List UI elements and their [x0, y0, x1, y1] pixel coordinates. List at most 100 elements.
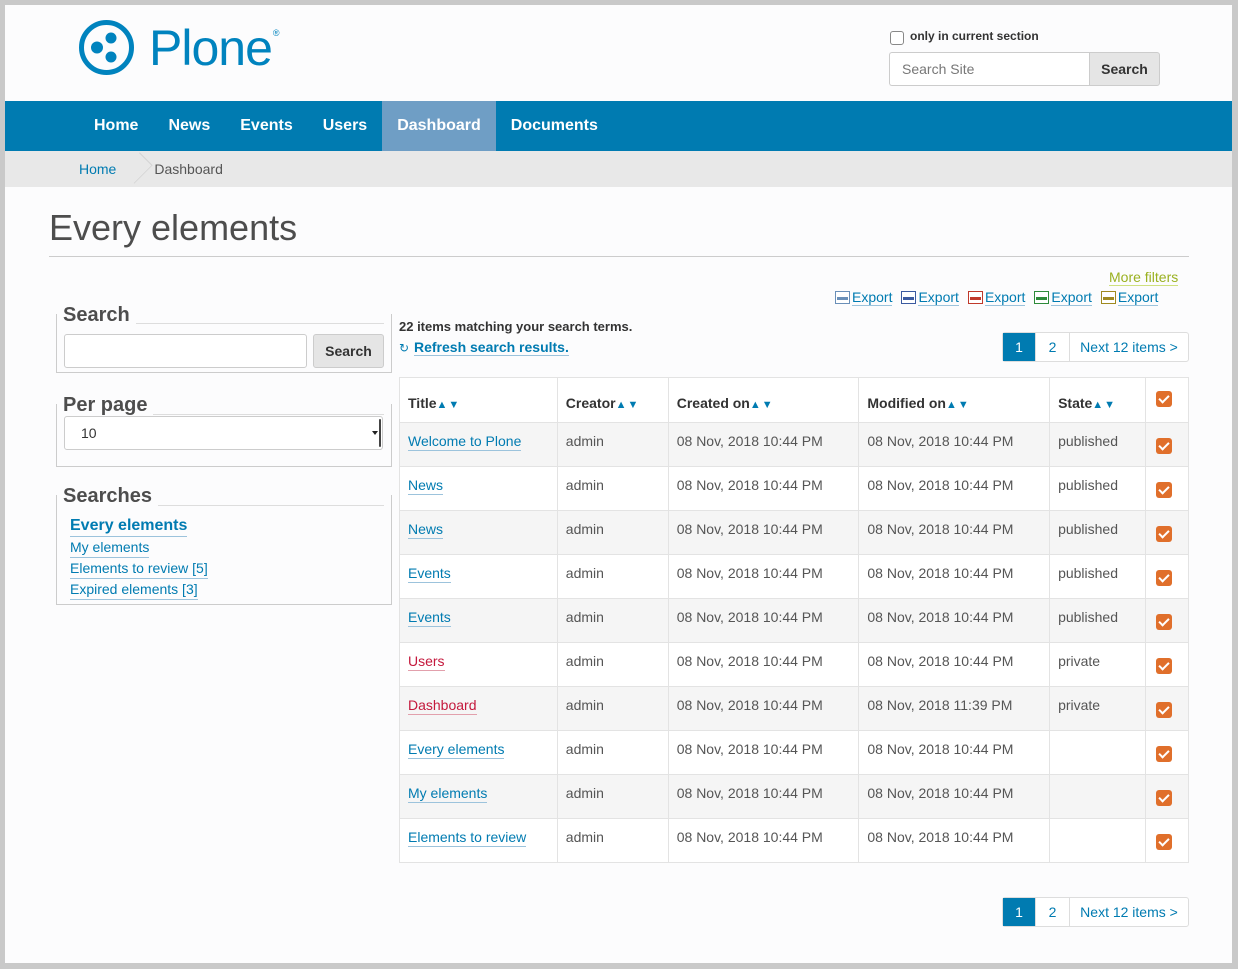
- table-row: News admin 08 Nov, 2018 10:44 PM 08 Nov, 20…: [399, 466, 1189, 511]
- row-select-checkbox[interactable]: [1156, 438, 1172, 454]
- breadcrumb-home[interactable]: Home: [79, 161, 116, 177]
- table-row: Users admin 08 Nov, 2018 10:44 PM 08 Nov, 2…: [399, 642, 1189, 687]
- item-created: 08 Nov, 2018 10:44 PM: [676, 565, 823, 581]
- nav-item-dashboard[interactable]: Dashboard: [382, 101, 496, 151]
- item-created: 08 Nov, 2018 10:44 PM: [676, 785, 823, 801]
- cell-modified: 08 Nov, 2018 10:44 PM: [858, 598, 1051, 643]
- breadcrumb-current: Dashboard: [154, 161, 223, 177]
- row-select-checkbox[interactable]: [1156, 526, 1172, 542]
- nav-item-home[interactable]: Home: [79, 101, 153, 151]
- nav-item-news[interactable]: News: [153, 101, 225, 151]
- item-created: 08 Nov, 2018 10:44 PM: [676, 829, 823, 845]
- row-select-checkbox[interactable]: [1156, 702, 1172, 718]
- column-header-title[interactable]: Title▲▼: [399, 377, 558, 423]
- item-created: 08 Nov, 2018 10:44 PM: [676, 741, 823, 757]
- table-row: Every elements admin 08 Nov, 2018 10:44 PM…: [399, 730, 1189, 775]
- sort-arrows-icon[interactable]: ▲▼: [616, 399, 640, 411]
- export-link[interactable]: Export: [901, 289, 959, 306]
- cell-title: News: [399, 466, 558, 511]
- row-select-checkbox[interactable]: [1156, 614, 1172, 630]
- nav-item-documents[interactable]: Documents: [496, 101, 613, 151]
- results-table: Title▲▼ Creator▲▼ Created on▲▼ Modified on▲…: [399, 377, 1189, 863]
- row-select-checkbox[interactable]: [1156, 790, 1172, 806]
- csv-export-icon: [835, 291, 850, 304]
- item-modified: 08 Nov, 2018 10:44 PM: [867, 609, 1014, 625]
- column-header-state[interactable]: State▲▼: [1049, 377, 1146, 423]
- item-title-link[interactable]: Dashboard: [408, 697, 477, 715]
- item-modified: 08 Nov, 2018 10:44 PM: [867, 653, 1014, 669]
- cell-state: published: [1049, 422, 1146, 467]
- search-portlet: Search Search: [56, 304, 392, 373]
- item-creator: admin: [565, 477, 604, 493]
- select-all-checkbox[interactable]: [1156, 391, 1172, 407]
- export-link[interactable]: Export: [1034, 289, 1092, 306]
- row-select-checkbox[interactable]: [1156, 746, 1172, 762]
- cell-created: 08 Nov, 2018 10:44 PM: [667, 510, 860, 555]
- item-title-link[interactable]: News: [408, 521, 444, 539]
- row-select-checkbox[interactable]: [1156, 658, 1172, 674]
- item-title-link[interactable]: Events: [408, 565, 451, 583]
- row-select-checkbox[interactable]: [1156, 570, 1172, 586]
- cell-created: 08 Nov, 2018 10:44 PM: [667, 730, 860, 775]
- item-modified: 08 Nov, 2018 10:44 PM: [867, 829, 1014, 845]
- saved-searches-list: Every elements My elements Elements to rev…: [70, 515, 208, 601]
- export-link[interactable]: Export: [967, 289, 1026, 306]
- pager-page-2[interactable]: 2: [1035, 898, 1069, 926]
- export-link[interactable]: Export: [1100, 289, 1159, 306]
- cell-title: Events: [399, 598, 558, 643]
- column-header-created-on[interactable]: Created on▲▼: [667, 377, 860, 423]
- item-state: published: [1058, 477, 1118, 493]
- item-title-link[interactable]: Users: [408, 653, 445, 671]
- pager-next[interactable]: Next 12 items >: [1069, 333, 1188, 361]
- item-title-link[interactable]: My elements: [408, 785, 488, 803]
- site-search-button[interactable]: Search: [1089, 52, 1160, 86]
- item-creator: admin: [565, 829, 604, 845]
- item-creator: admin: [565, 741, 604, 757]
- item-title-link[interactable]: Every elements: [408, 741, 505, 759]
- saved-search-link[interactable]: Expired elements [3]: [70, 580, 198, 600]
- item-title-link[interactable]: Welcome to Plone: [408, 433, 522, 451]
- search-portlet-heading: Search: [63, 304, 136, 327]
- only-current-section-label: only in current section: [910, 29, 1039, 43]
- searchable-text-input[interactable]: [64, 334, 307, 368]
- item-title-link[interactable]: Events: [408, 609, 451, 627]
- table-row: Elements to review admin 08 Nov, 2018 10:4…: [399, 818, 1189, 863]
- saved-search-link[interactable]: Elements to review [5]: [70, 559, 208, 579]
- global-nav: Home News Events Users Dashboard Documents: [5, 101, 1232, 151]
- export-label: Export: [1051, 289, 1092, 306]
- export-link[interactable]: Export: [835, 289, 893, 306]
- per-page-select[interactable]: 10: [64, 416, 383, 450]
- pager-next[interactable]: Next 12 items >: [1069, 898, 1188, 926]
- column-header-modified-on[interactable]: Modified on▲▼: [858, 377, 1051, 423]
- item-title-link[interactable]: Elements to review: [408, 829, 527, 847]
- item-creator: admin: [565, 785, 604, 801]
- saved-search-link[interactable]: My elements: [70, 538, 150, 558]
- only-current-section-toggle[interactable]: only in current section: [890, 27, 1039, 45]
- table-row: Welcome to Plone admin 08 Nov, 2018 10:44 …: [399, 422, 1189, 467]
- sort-arrows-icon[interactable]: ▲▼: [1092, 399, 1116, 411]
- row-select-checkbox[interactable]: [1156, 482, 1172, 498]
- only-current-section-checkbox[interactable]: [890, 31, 904, 45]
- sort-arrows-icon[interactable]: ▲▼: [437, 399, 461, 411]
- saved-search-link[interactable]: Every elements: [70, 515, 188, 537]
- column-header-creator[interactable]: Creator▲▼: [556, 377, 669, 423]
- sort-arrows-icon[interactable]: ▲▼: [750, 399, 774, 411]
- refresh-results-link[interactable]: ↻ Refresh search results.: [399, 339, 569, 356]
- export-links: Export Export Export Export Export: [835, 289, 1167, 306]
- item-title-link[interactable]: News: [408, 477, 444, 495]
- cell-modified: 08 Nov, 2018 10:44 PM: [858, 554, 1051, 599]
- more-filters-link[interactable]: More filters: [1109, 269, 1179, 286]
- item-state: published: [1058, 609, 1118, 625]
- sort-arrows-icon[interactable]: ▲▼: [946, 399, 970, 411]
- saved-searches-heading: Searches: [63, 485, 158, 508]
- pager-bottom: 1 2 Next 12 items >: [1002, 897, 1189, 927]
- pager-page-2[interactable]: 2: [1035, 333, 1069, 361]
- site-search-input[interactable]: Search Site: [889, 52, 1089, 86]
- cell-select: [1145, 818, 1189, 863]
- row-select-checkbox[interactable]: [1156, 834, 1172, 850]
- site-logo[interactable]: Plone®: [78, 19, 279, 76]
- nav-item-events[interactable]: Events: [225, 101, 307, 151]
- portlet-search-button[interactable]: Search: [313, 334, 384, 368]
- nav-item-users[interactable]: Users: [308, 101, 382, 151]
- cell-created: 08 Nov, 2018 10:44 PM: [667, 642, 860, 687]
